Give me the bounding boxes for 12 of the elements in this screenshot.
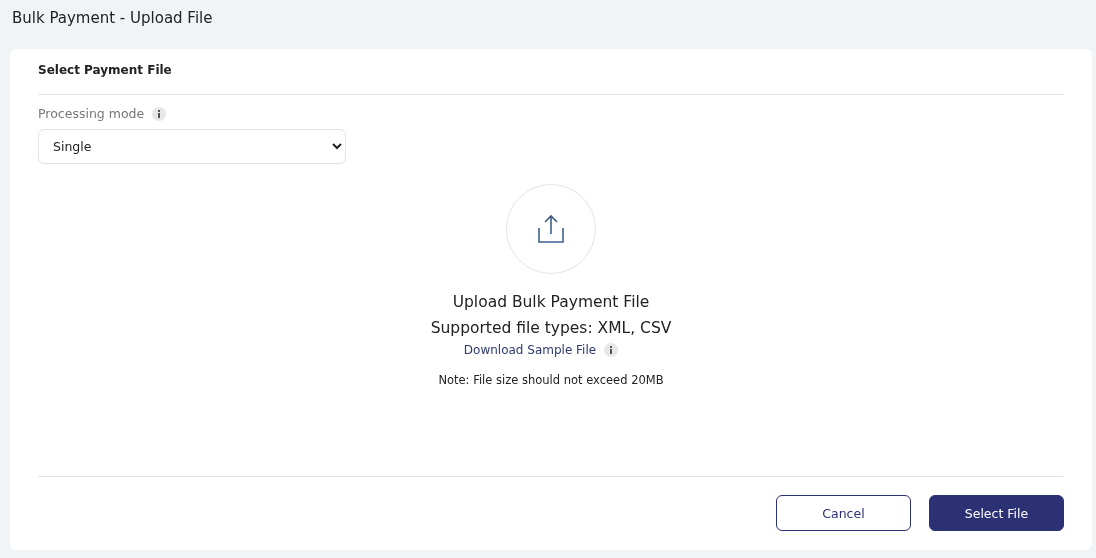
upload-heading: Upload Bulk Payment File xyxy=(452,292,650,313)
info-icon[interactable] xyxy=(604,343,619,357)
select-file-button[interactable]: Select File xyxy=(929,495,1064,531)
section-title: Select Payment File xyxy=(38,63,172,79)
page-title: Bulk Payment - Upload File xyxy=(11,8,214,29)
note-text: Note: File size should not exceed 20MB xyxy=(438,373,664,387)
info-icon[interactable] xyxy=(152,106,167,121)
field-label: Processing mode xyxy=(38,106,145,121)
cancel-button[interactable]: Cancel xyxy=(776,495,911,531)
mode-dropdown[interactable]: Single xyxy=(38,129,346,164)
download-sample-link[interactable]: Download Sample File xyxy=(463,343,597,357)
file-types-text: Supported file types: XML, CSV xyxy=(430,318,672,339)
